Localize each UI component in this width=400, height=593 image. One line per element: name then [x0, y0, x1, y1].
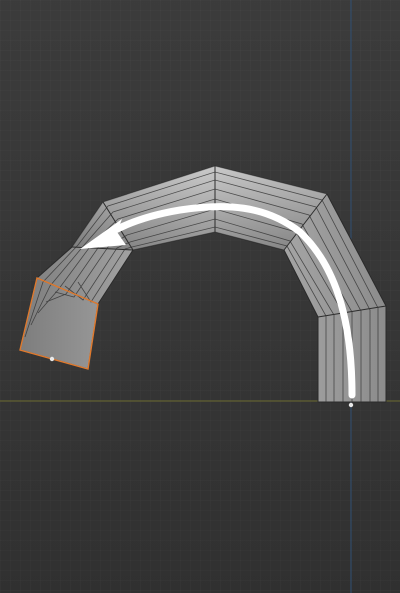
viewport-canvas[interactable]: [0, 0, 400, 593]
3d-viewport[interactable]: [0, 0, 400, 593]
tube-mesh[interactable]: [19, 165, 387, 408]
vertex-marker[interactable]: [49, 356, 55, 362]
vertex-marker[interactable]: [348, 402, 354, 408]
